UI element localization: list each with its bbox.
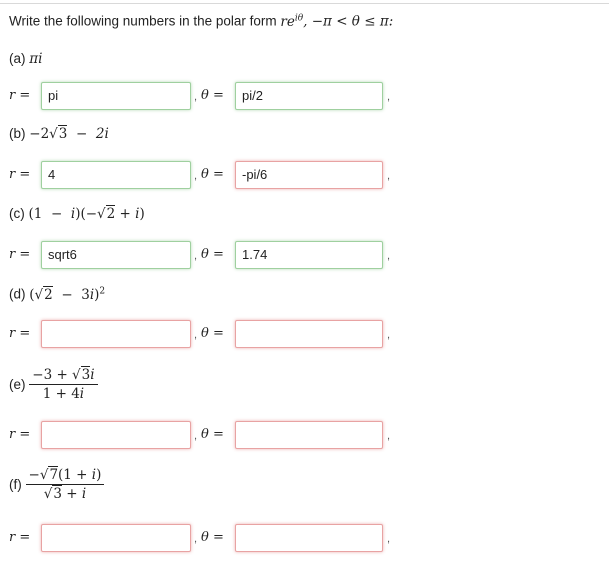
answer-row-a: r = pi , θ = pi/2 , <box>0 81 609 111</box>
comma: , <box>387 329 391 341</box>
theta-equals: θ = <box>201 530 224 545</box>
theta-input-a[interactable]: pi/2 <box>235 82 383 110</box>
answer-row-e: r = , θ = , <box>0 420 609 450</box>
theta-equals: θ = <box>201 247 224 262</box>
instructions-text: Write the following numbers in the polar… <box>9 13 277 29</box>
r-input-f[interactable] <box>41 524 191 552</box>
answer-row-b: r = 4 , θ = -pi/6 , <box>0 160 609 190</box>
comma: , <box>387 91 391 103</box>
answer-row-d: r = , θ = , <box>0 319 609 349</box>
r-input-a[interactable]: pi <box>41 82 191 110</box>
r-equals: r = <box>9 326 31 341</box>
theta-input-b[interactable]: -pi/6 <box>235 161 383 189</box>
theta-equals: θ = <box>201 88 224 103</box>
r-equals: r = <box>9 88 31 103</box>
comma: , <box>387 430 391 442</box>
r-input-e[interactable] <box>41 421 191 449</box>
r-input-c[interactable]: sqrt6 <box>41 241 191 269</box>
r-input-d[interactable] <box>41 320 191 348</box>
theta-input-c[interactable]: 1.74 <box>235 241 383 269</box>
comma: , <box>194 91 198 103</box>
theta-input-f[interactable] <box>235 524 383 552</box>
r-equals: r = <box>9 530 31 545</box>
question-f: (f) −√7(1 + i) √3 + i <box>9 466 105 503</box>
theta-input-e[interactable] <box>235 421 383 449</box>
instructions: Write the following numbers in the polar… <box>9 13 393 30</box>
comma: , <box>387 250 391 262</box>
r-equals: r = <box>9 167 31 182</box>
question-b: (b) −2√3 − 2i <box>9 125 109 142</box>
comma: , <box>387 170 391 182</box>
theta-condition: , −π < θ ≤ π: <box>303 13 394 30</box>
r-equals: r = <box>9 247 31 262</box>
theta-equals: θ = <box>201 326 224 341</box>
theta-equals: θ = <box>201 427 224 442</box>
theta-equals: θ = <box>201 167 224 182</box>
comma: , <box>194 170 198 182</box>
fraction-e: −3 + √3i 1 + 4i <box>29 366 98 403</box>
question-a: (a) πi <box>9 51 43 67</box>
comma: , <box>194 329 198 341</box>
question-c: (c) (1 − i)(−√2 + i) <box>9 205 145 222</box>
comma: , <box>194 430 198 442</box>
polar-form: reiθ <box>280 13 304 30</box>
answer-row-f: r = , θ = , <box>0 523 609 553</box>
r-input-b[interactable]: 4 <box>41 161 191 189</box>
question-d: (d) (√2 − 3i)2 <box>9 285 106 303</box>
r-equals: r = <box>9 427 31 442</box>
fraction-f: −√7(1 + i) √3 + i <box>25 466 105 503</box>
comma: , <box>194 250 198 262</box>
comma: , <box>194 533 198 545</box>
top-divider <box>0 3 609 4</box>
question-e: (e) −3 + √3i 1 + 4i <box>9 366 98 403</box>
answer-row-c: r = sqrt6 , θ = 1.74 , <box>0 240 609 270</box>
theta-input-d[interactable] <box>235 320 383 348</box>
comma: , <box>387 533 391 545</box>
